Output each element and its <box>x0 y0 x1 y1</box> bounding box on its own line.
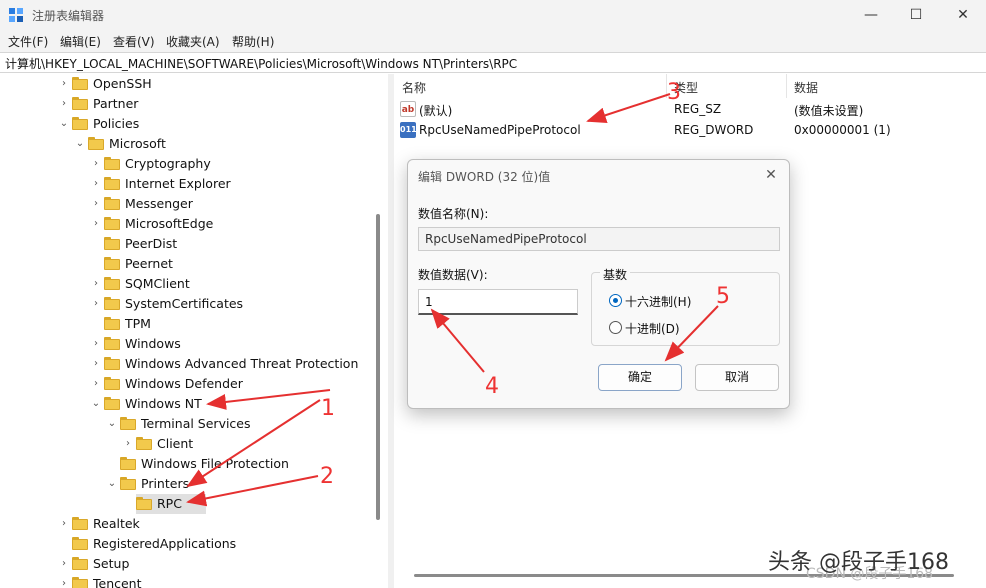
arrow-1b <box>186 399 321 488</box>
watermark: 头条 @段子手168 <box>768 550 949 575</box>
annotation-2: 2 <box>320 464 334 489</box>
annotation-4: 4 <box>485 374 499 399</box>
annotation-1: 1 <box>321 396 335 421</box>
annotation-arrows <box>186 93 719 507</box>
arrow-3 <box>586 93 671 123</box>
arrow-1a <box>206 389 331 410</box>
annotation-3: 3 <box>667 80 681 105</box>
arrow-2 <box>186 475 319 507</box>
arrow-5 <box>664 305 719 362</box>
arrow-4 <box>430 308 485 373</box>
annotation-5: 5 <box>716 284 730 309</box>
